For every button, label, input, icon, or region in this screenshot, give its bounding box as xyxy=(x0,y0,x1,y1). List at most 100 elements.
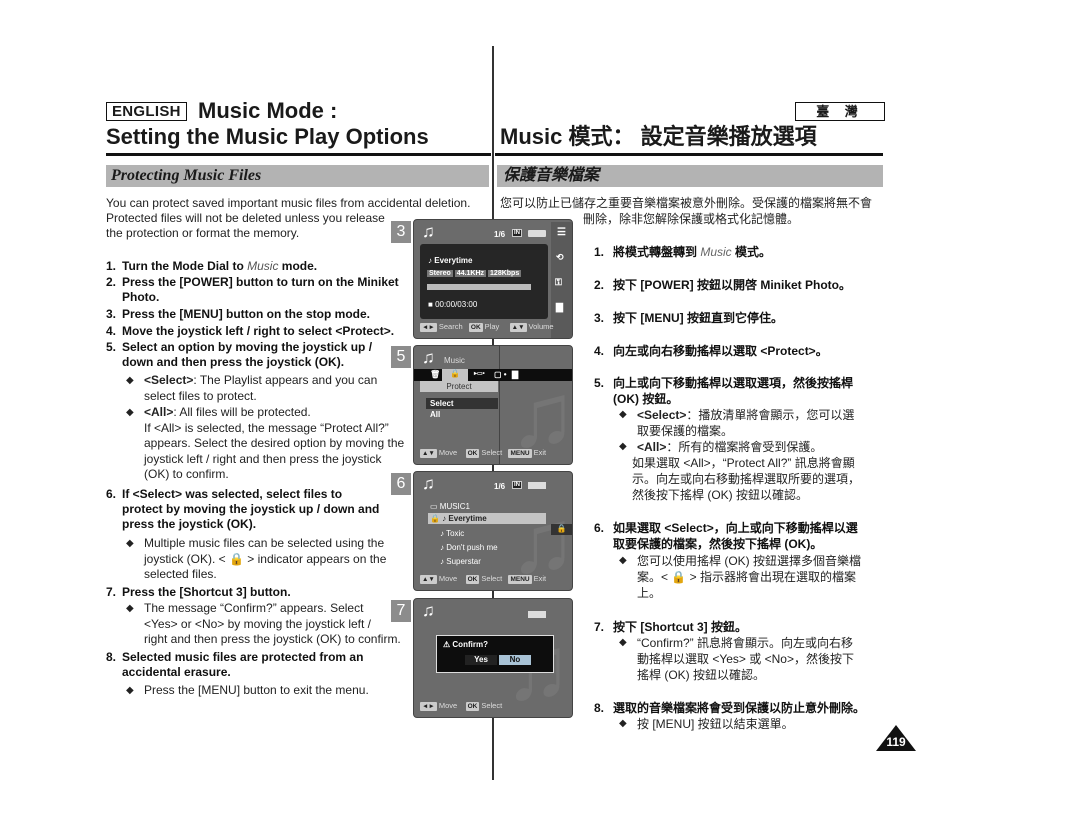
bullet-en-step8: ◆ Press the [MENU] button to exit the men… xyxy=(126,683,369,697)
step-en-3: 3. Press the [MENU] button on the stop mo… xyxy=(106,307,370,321)
screen-footer: ◄► Search OK Play ▲▼ Volume xyxy=(420,322,554,332)
option-all[interactable]: All xyxy=(430,410,440,419)
dialog-title: ⚠ Confirm? xyxy=(443,640,488,649)
bullet-diamond-icon: ◆ xyxy=(126,685,134,696)
step-zh-2: 2. 按下 [POWER] 按鈕以開啓 Miniket Photo。 xyxy=(594,278,851,292)
battery-icon xyxy=(528,230,546,237)
equalizer-icon[interactable]: ▇ xyxy=(556,302,563,313)
bullet-diamond-icon: ◆ xyxy=(619,555,627,566)
music-note-icon: ♫ xyxy=(422,474,435,493)
bullet-zh-all: ◆ <All>：所有的檔案將會受到保護。 xyxy=(619,440,823,454)
step-zh-1: 1. 將模式轉盤轉到 Music 模式。 xyxy=(594,245,772,259)
format-icon[interactable]: ▸▭• xyxy=(474,370,485,377)
bullet-diamond-icon: ◆ xyxy=(619,441,627,452)
section-title-en: Protecting Music Files xyxy=(111,167,262,184)
bullet-diamond-icon: ◆ xyxy=(619,409,627,420)
step-en-1: 1. Turn the Mode Dial to Music mode. xyxy=(106,259,318,273)
battery-icon xyxy=(528,482,546,489)
step-tab-6: 6 xyxy=(391,473,411,495)
music-note-icon: ♫ xyxy=(422,222,435,241)
screen-playback: ♫ 1/6 IN ☰ ⟲ ⚿ ▇ ♪ Everytime Stereo 44.1… xyxy=(413,219,573,339)
repeat-icon[interactable]: ⟲ xyxy=(556,252,564,263)
bullet-en-step6: ◆ Multiple music files can be selected us… xyxy=(126,536,387,581)
music-note-icon: ♫ xyxy=(422,348,435,367)
step-tab-7: 7 xyxy=(391,600,411,622)
track-counter: 1/6 xyxy=(494,482,506,491)
progress-bar[interactable] xyxy=(427,284,531,290)
bullet-diamond-icon: ◆ xyxy=(126,375,134,386)
intro-zh-line1: 您可以防止已儲存之重要音樂檔案被意外刪除。受保護的檔案將無不會 xyxy=(500,196,873,210)
step-tab-3: 3 xyxy=(391,221,411,243)
screen-footer: ▲▼ Move OK Select MENU Exit xyxy=(420,448,547,458)
step-zh-3: 3. 按下 [MENU] 按鈕直到它停住。 xyxy=(594,311,783,325)
screen-footer: ◄► Move OK Select xyxy=(420,701,503,711)
playlist-item-selected[interactable]: 🔒 ♪ Everytime xyxy=(430,514,487,523)
playlist-item[interactable]: ♪ Toxic xyxy=(440,529,464,538)
bullet-zh-step7: ◆ “Confirm?” 訊息將會顯示。向左或向右移 動搖桿以選取 <Yes> 或… xyxy=(619,636,854,682)
step-tab-5: 5 xyxy=(391,346,411,368)
bullet-zh-step8: ◆ 按 [MENU] 按鈕以結束選單。 xyxy=(619,717,794,731)
step-zh-5: 5. 向上或向下移動搖桿以選取選項，然後按搖桿 (OK) 按鈕。 xyxy=(594,376,854,406)
step-en-7: 7. Press the [Shortcut 3] button. xyxy=(106,585,291,599)
bullet-diamond-icon: ◆ xyxy=(126,603,134,614)
side-menu: ☰ ⟲ ⚿ ▇ xyxy=(551,222,572,338)
music-note-icon: ♫ xyxy=(422,601,435,620)
step-zh-4: 4. 向左或向右移動搖桿以選取 <Protect>。 xyxy=(594,344,828,358)
intro-en-line: You can protect saved important music fi… xyxy=(106,196,471,210)
step-zh-7: 7. 按下 [Shortcut 3] 按鈕。 xyxy=(594,620,747,634)
page-number: 119 xyxy=(886,735,906,749)
bullet-diamond-icon: ◆ xyxy=(619,637,627,648)
intro-zh-line2: 刪除，除非您解除保護或格式化記憶體。 xyxy=(583,212,800,226)
protect-icon[interactable]: ⚿ xyxy=(555,277,562,288)
title-rule-en xyxy=(106,153,491,156)
memory-indicator: IN xyxy=(512,229,522,237)
step-en-6: 6. If <Select> was selected, select files… xyxy=(106,487,380,531)
equalizer-icon[interactable]: ▇ xyxy=(512,370,518,379)
language-badge: ENGLISH xyxy=(106,102,187,121)
step-zh-8: 8. 選取的音樂檔案將會受到保護以防止意外刪除。 xyxy=(594,701,866,715)
step-en-4: 4. Move the joystick left / right to sele… xyxy=(106,324,395,338)
playlist-item[interactable]: ♪ Don't push me xyxy=(440,543,498,552)
playlist-item[interactable]: ♪ Superstar xyxy=(440,557,481,566)
bullet-en-all: ◆ <All>: All files will be protected. If … xyxy=(126,405,405,481)
audio-info: Stereo 44.1KHz 128Kbps xyxy=(427,270,522,277)
step-en-8: 8. Selected music files are protected fro… xyxy=(106,650,364,679)
page-title-line2: Setting the Music Play Options xyxy=(106,124,429,149)
playlist-icon[interactable]: ☰ xyxy=(557,227,566,238)
no-button[interactable]: No xyxy=(499,655,531,665)
track-title: ♪ Everytime xyxy=(428,256,473,265)
repeat-icon[interactable]: ▢ • xyxy=(494,370,507,379)
menu-icon-bar: 🗑 🔒 ▸▭• ▢ • ▇ xyxy=(414,369,572,381)
bullet-diamond-icon: ◆ xyxy=(126,407,134,418)
step-en-5: 5. Select an option by moving the joystic… xyxy=(106,340,373,369)
lock-indicator-icon: 🔒 xyxy=(551,524,572,535)
bullet-zh-step6: ◆ 您可以使用搖桿 (OK) 按鈕選擇多個音樂檔 案。< 🔒 > 指示器將會出現在… xyxy=(619,554,861,600)
bullet-zh-select: ◆ <Select>：播放清單將會顯示，您可以選 取要保護的檔案。 xyxy=(619,408,855,438)
bullet-diamond-icon: ◆ xyxy=(126,538,134,549)
section-title-zh: 保護音樂檔案 xyxy=(503,167,600,184)
bullet-en-select: ◆ <Select>: The Playlist appears and you … xyxy=(126,373,378,403)
mode-label: Music xyxy=(444,356,465,365)
bullet-zh-all-detail: 如果選取 <All>，“Protect All?” 訊息將會顯 示。向左或向右移… xyxy=(632,456,861,502)
battery-icon xyxy=(528,611,546,618)
yes-button[interactable]: Yes xyxy=(465,655,497,665)
bullet-diamond-icon: ◆ xyxy=(619,718,627,729)
delete-icon[interactable]: 🗑 xyxy=(430,370,440,379)
track-counter: 1/6 xyxy=(494,230,506,239)
screen-playlist: ♫ ♫ 1/6 IN ▭ MUSIC1 🔒 ♪ Everytime 🔒 ♪ To… xyxy=(413,471,573,591)
step-zh-6: 6. 如果選取 <Select>，向上或向下移動搖桿以選 取要保護的檔案，然後按下搖… xyxy=(594,521,858,551)
bullet-en-step7: ◆ The message “Confirm?” appears. Select … xyxy=(126,601,401,646)
option-select[interactable]: Select xyxy=(430,399,454,408)
screen-protect-menu: ♫ ♫ Music 🗑 🔒 ▸▭• ▢ • ▇ Protect Select A… xyxy=(413,345,573,465)
lock-icon: 🔒 xyxy=(450,369,460,378)
step-en-2: 2. Press the [POWER] button to turn on th… xyxy=(106,275,399,304)
folder-label: ▭ MUSIC1 xyxy=(430,502,471,511)
screen-footer: ▲▼ Move OK Select MENU Exit xyxy=(420,574,547,584)
region-badge: 臺 灣 xyxy=(795,102,885,121)
title-rule-zh xyxy=(495,153,883,156)
confirm-dialog: ⚠ Confirm? Yes No xyxy=(436,635,554,673)
page-title-zh: Music 模式： 設定音樂播放選項 xyxy=(500,124,817,149)
menu-label: Protect xyxy=(420,381,498,392)
screen-confirm: ♫ ♫ ⚠ Confirm? Yes No ◄►Move OKSelect xyxy=(413,598,573,718)
memory-indicator: IN xyxy=(512,481,522,489)
